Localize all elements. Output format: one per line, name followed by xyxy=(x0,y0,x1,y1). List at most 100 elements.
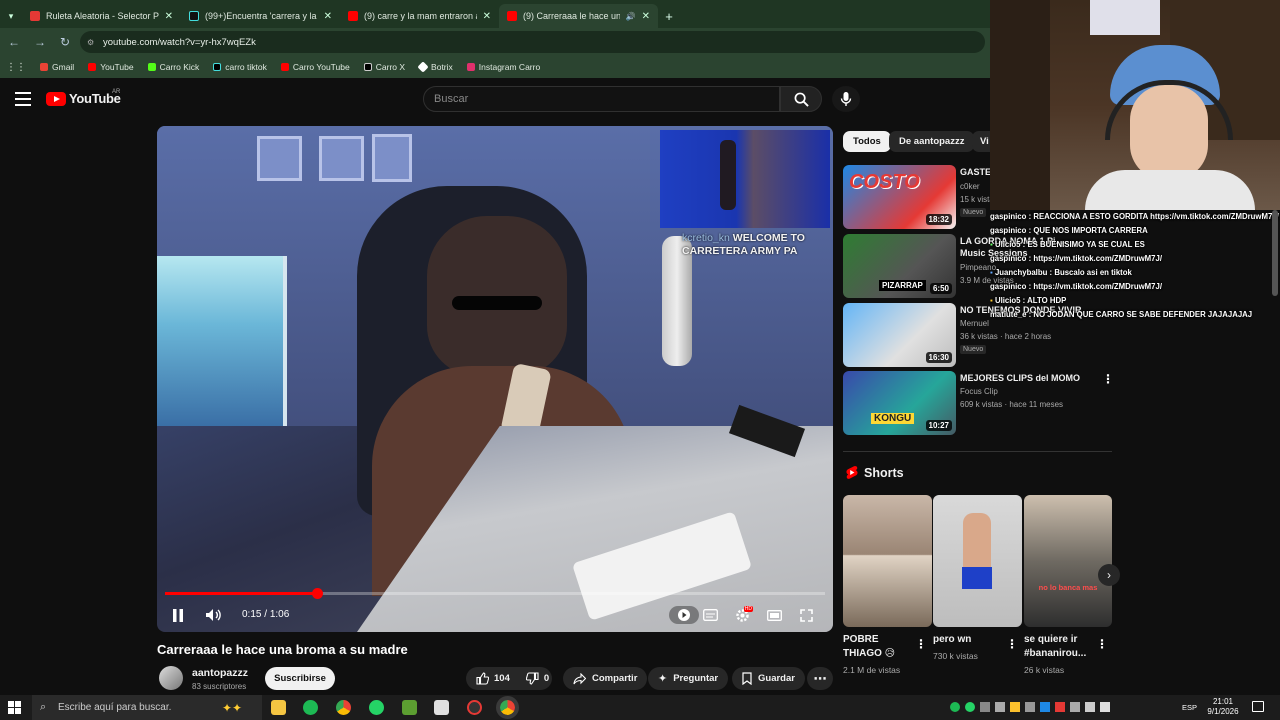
filter-chip-channel[interactable]: De aantopazzz xyxy=(889,131,975,152)
spotify-tray-icon[interactable] xyxy=(950,702,960,712)
bookmark[interactable]: Botrix xyxy=(417,61,453,73)
short-thumbnail[interactable]: no lo banca mas xyxy=(1024,495,1112,627)
new-tab-button[interactable]: + xyxy=(658,4,680,28)
sunglasses-graphic xyxy=(452,296,542,310)
chrome-icon[interactable] xyxy=(336,700,351,715)
chrome-active-icon[interactable] xyxy=(496,696,519,719)
notifications-icon[interactable] xyxy=(1252,701,1264,712)
speaker-icon[interactable]: 🔊 xyxy=(626,12,636,21)
taskbar-clock[interactable]: 21:01 9/1/2026 xyxy=(1204,697,1242,717)
whatsapp-tray-icon[interactable] xyxy=(965,702,975,712)
video-thumbnail[interactable]: KONGU 10:27 xyxy=(843,371,956,435)
bookmark[interactable]: Carro YouTube xyxy=(280,62,350,72)
share-button[interactable]: Compartir xyxy=(563,667,648,690)
search-button[interactable] xyxy=(780,86,822,112)
video-thumbnail[interactable]: 16:30 xyxy=(843,303,956,367)
bookmark[interactable]: Carro Kick xyxy=(147,62,199,72)
tray-icon[interactable] xyxy=(1010,702,1020,712)
short-title[interactable]: POBRE THIAGO 😥 xyxy=(843,633,903,661)
taskbar-search-input[interactable]: ⌕ Escribe aquí para buscar. ✦✦ xyxy=(32,695,262,720)
bookmark[interactable]: Carro X xyxy=(363,62,405,72)
address-bar[interactable]: ⚙ youtube.com/watch?v=yr-hx7wqEZk xyxy=(80,31,985,53)
video-thumbnail[interactable]: PIZARRAP 6:50 xyxy=(843,234,956,298)
fullscreen-button[interactable] xyxy=(795,606,817,624)
video-thumbnail[interactable]: COSTO 18:32 xyxy=(843,165,956,229)
spotify-icon[interactable] xyxy=(303,700,318,715)
related-video-title[interactable]: MEJORES CLIPS del MOMO xyxy=(960,372,1110,384)
tray-icon[interactable] xyxy=(1070,702,1080,712)
voice-search-button[interactable] xyxy=(832,86,860,112)
bookmark[interactable]: Gmail xyxy=(40,62,74,72)
windows-start-icon[interactable] xyxy=(8,701,21,714)
menu-icon[interactable] xyxy=(15,92,31,106)
settings-button[interactable]: HD xyxy=(731,606,753,624)
more-options-icon[interactable]: ⋮ xyxy=(915,637,927,651)
volume-icon[interactable] xyxy=(1100,702,1110,712)
tray-icon[interactable] xyxy=(1025,702,1035,712)
search-input[interactable]: Buscar xyxy=(423,86,780,112)
tray-icon[interactable] xyxy=(995,702,1005,712)
shelf-graphic xyxy=(157,256,287,426)
related-video-channel[interactable]: Mernuel xyxy=(960,319,989,328)
related-video-channel[interactable]: c0ker xyxy=(960,182,980,191)
like-button[interactable]: 104 xyxy=(476,672,510,685)
close-icon[interactable]: ✕ xyxy=(642,11,650,22)
bookmark[interactable]: carro tiktok xyxy=(213,62,267,72)
ask-button[interactable]: ✦ Preguntar xyxy=(648,667,729,690)
close-icon[interactable]: ✕ xyxy=(165,11,173,22)
bookmark[interactable]: Instagram Carro xyxy=(466,62,540,72)
network-icon[interactable] xyxy=(1085,702,1095,712)
browser-tab-active[interactable]: (9) Carreraaa le hace una b 🔊 ✕ xyxy=(499,4,658,28)
reload-icon[interactable]: ↻ xyxy=(60,35,70,49)
filter-chip-more[interactable]: Vi xyxy=(972,131,990,152)
short-title[interactable]: pero wn xyxy=(933,633,1003,647)
filter-chip-all[interactable]: Todos xyxy=(843,131,891,152)
more-options-icon[interactable]: ⋮ xyxy=(1096,637,1108,651)
short-title[interactable]: se quiere ir #bananirou... xyxy=(1024,633,1094,661)
video-player[interactable]: kcretio_kn WELCOME TO CARRETERA ARMY PA … xyxy=(157,126,833,632)
close-icon[interactable]: ✕ xyxy=(483,11,491,22)
close-icon[interactable]: ✕ xyxy=(324,11,332,22)
more-options-icon[interactable]: ⋮ xyxy=(1102,372,1114,386)
language-indicator[interactable]: ESP xyxy=(1182,703,1197,712)
youtube-logo[interactable]: YouTube xyxy=(46,91,121,106)
obs-icon[interactable] xyxy=(467,700,482,715)
theater-icon xyxy=(766,609,782,621)
browser-tab[interactable]: (9) carre y la mam entraron a n ✕ xyxy=(340,4,499,28)
page-scrollbar[interactable] xyxy=(1272,210,1278,296)
site-info-icon[interactable]: ⚙ xyxy=(87,38,94,47)
volume-button[interactable] xyxy=(202,606,224,624)
dislike-button[interactable]: 0 xyxy=(525,672,549,685)
theater-mode-button[interactable] xyxy=(763,606,785,624)
back-icon[interactable]: ← xyxy=(8,35,20,49)
scrubber-handle[interactable] xyxy=(311,588,323,599)
channel-name[interactable]: aantopazzz xyxy=(192,667,248,679)
short-thumbnail[interactable] xyxy=(843,495,932,627)
browser-tab[interactable]: Ruleta Aleatoria - Selector Pers ✕ xyxy=(22,4,181,28)
store-icon[interactable] xyxy=(434,700,449,715)
browser-tab[interactable]: (99+)Encuentra 'carrera y la ma ✕ xyxy=(181,4,340,28)
save-button[interactable]: Guardar xyxy=(732,667,805,690)
forward-icon[interactable]: → xyxy=(34,35,46,49)
tray-icon[interactable] xyxy=(980,702,990,712)
channel-avatar[interactable] xyxy=(159,666,183,690)
bookmark[interactable]: YouTube xyxy=(88,62,134,72)
apps-icon[interactable]: ⋮⋮ xyxy=(6,62,26,73)
subtitles-button[interactable] xyxy=(699,606,721,624)
file-explorer-icon[interactable] xyxy=(271,700,286,715)
tray-icon[interactable] xyxy=(1040,702,1050,712)
chat-text: https://vm.tiktok.com/ZMDruwM7J/ xyxy=(1033,282,1163,291)
progress-bar[interactable] xyxy=(165,588,825,599)
tray-icon[interactable] xyxy=(1055,702,1065,712)
pause-button[interactable] xyxy=(167,606,189,624)
minecraft-icon[interactable] xyxy=(402,700,417,715)
short-thumbnail[interactable] xyxy=(933,495,1022,627)
autoplay-toggle[interactable] xyxy=(669,606,699,624)
related-video-channel[interactable]: Focus Clip xyxy=(960,387,998,396)
more-options-icon[interactable]: ⋮ xyxy=(1006,637,1018,651)
whatsapp-icon[interactable] xyxy=(369,700,384,715)
more-actions-button[interactable]: ⋯ xyxy=(807,667,833,690)
subscribe-button[interactable]: Suscribirse xyxy=(265,667,335,690)
next-arrow-button[interactable]: › xyxy=(1098,564,1120,586)
tab-list-icon[interactable]: ▾ xyxy=(0,4,22,28)
